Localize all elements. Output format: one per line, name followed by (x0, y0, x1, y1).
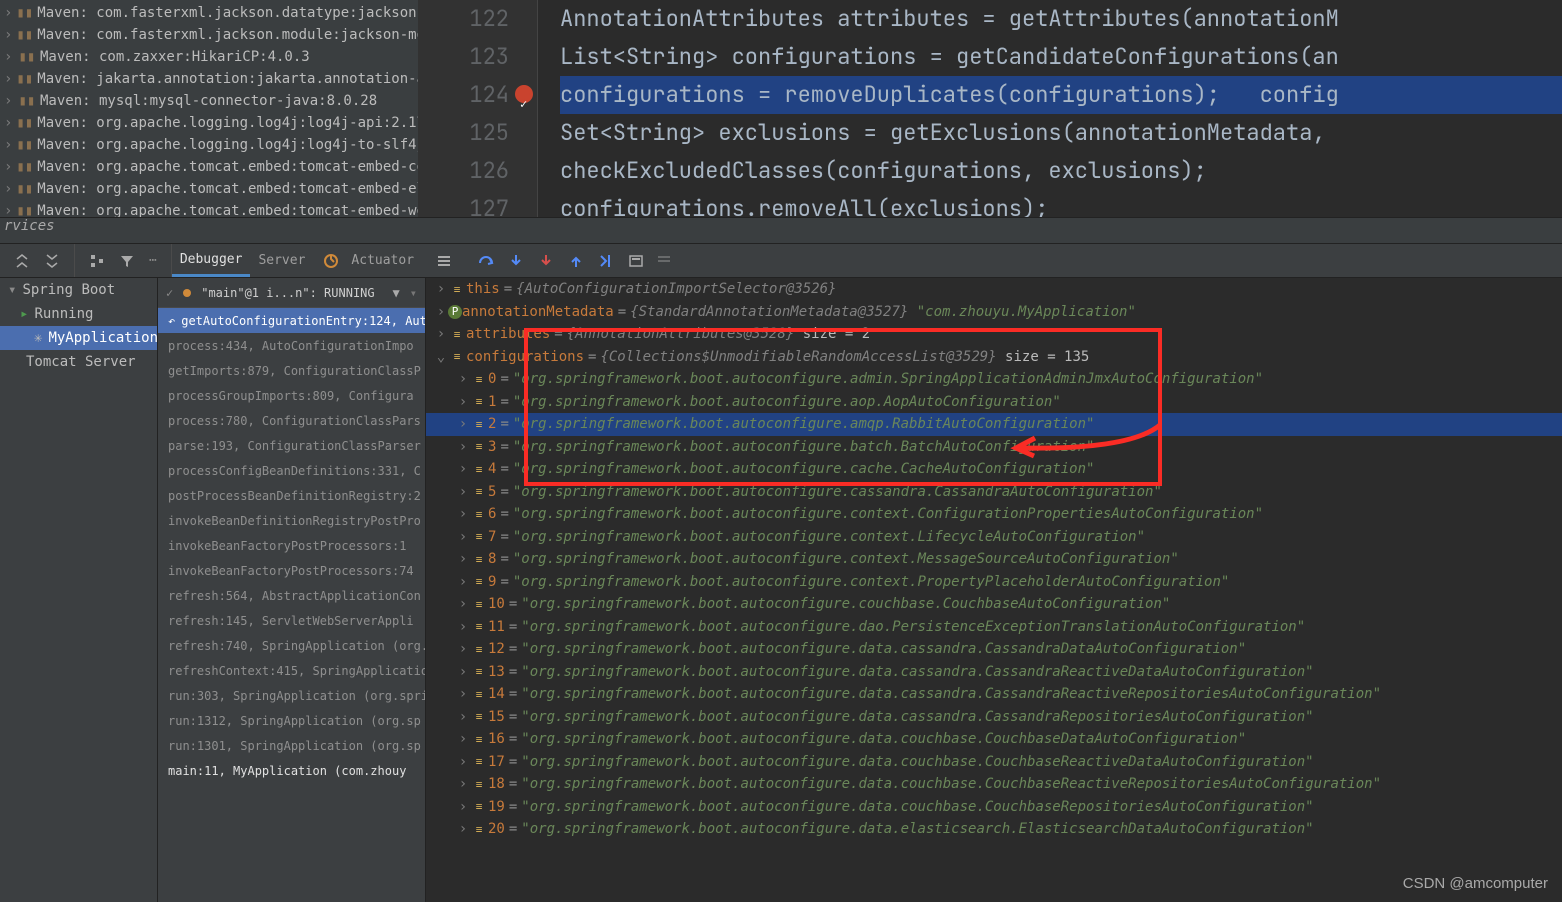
stack-frame[interactable]: run:1312, SpringApplication (org.sp (158, 708, 425, 733)
stack-frame[interactable]: processGroupImports:809, Configura (158, 383, 425, 408)
tree-item[interactable]: ›▮▮Maven: mysql:mysql-connector-java:8.0… (0, 90, 418, 112)
variable-row[interactable]: ›≡13 = "org.springframework.boot.autocon… (426, 661, 1562, 684)
variable-row[interactable]: ›PannotationMetadata = {StandardAnnotati… (426, 301, 1562, 324)
variable-row[interactable]: ›≡this = {AutoConfigurationImportSelecto… (426, 278, 1562, 301)
debugger-toolbar: ⋯ Debugger Server Actuator (0, 244, 1562, 278)
filter-icon[interactable]: ▼ (393, 286, 400, 300)
tree-view-icon[interactable] (89, 253, 105, 269)
watermark: CSDN @amcomputer (1403, 875, 1548, 892)
frames-thread-selector[interactable]: ✓ "main"@1 i...n": RUNNING ▼ ▾ (158, 278, 425, 308)
tree-item[interactable]: ›▮▮Maven: org.apache.tomcat.embed:tomcat… (0, 200, 418, 217)
stack-frame[interactable]: main:11, MyApplication (com.zhouy (158, 758, 425, 783)
variable-row[interactable]: ›≡18 = "org.springframework.boot.autocon… (426, 773, 1562, 796)
variable-row[interactable]: ›≡15 = "org.springframework.boot.autocon… (426, 706, 1562, 729)
variable-row[interactable]: ›≡2 = "org.springframework.boot.autoconf… (426, 413, 1562, 436)
tab-actuator[interactable]: Actuator (343, 253, 422, 268)
variable-row[interactable]: ›≡5 = "org.springframework.boot.autoconf… (426, 481, 1562, 504)
stack-frame[interactable]: refresh:145, ServletWebServerAppli (158, 608, 425, 633)
editor-gutter: 122123124125126127 (418, 0, 538, 217)
variable-row[interactable]: ›≡3 = "org.springframework.boot.autoconf… (426, 436, 1562, 459)
stack-frame[interactable]: invokeBeanDefinitionRegistryPostPro (158, 508, 425, 533)
run-to-cursor-icon[interactable] (598, 253, 614, 269)
stack-frame[interactable]: process:434, AutoConfigurationImpo (158, 333, 425, 358)
variable-row[interactable]: ›≡19 = "org.springframework.boot.autocon… (426, 796, 1562, 819)
stack-frame[interactable]: run:1301, SpringApplication (org.sp (158, 733, 425, 758)
editor-code-area: AnnotationAttributes attributes = getAtt… (538, 0, 1562, 217)
variable-row[interactable]: ›≡0 = "org.springframework.boot.autoconf… (426, 368, 1562, 391)
variable-row[interactable]: ›≡14 = "org.springframework.boot.autocon… (426, 683, 1562, 706)
run-item-myapplication[interactable]: ✳MyApplication (0, 326, 157, 350)
variable-row[interactable]: ›≡9 = "org.springframework.boot.autoconf… (426, 571, 1562, 594)
variable-row[interactable]: ›≡attributes = {AnnotationAttributes@352… (426, 323, 1562, 346)
tree-item[interactable]: ›▮▮Maven: org.apache.logging.log4j:log4j… (0, 134, 418, 156)
services-tab-label[interactable]: rvices (0, 218, 1562, 244)
variable-row[interactable]: ⌄≡configurations = {Collections$Unmodifi… (426, 346, 1562, 369)
tree-item[interactable]: ›▮▮Maven: org.apache.logging.log4j:log4j… (0, 112, 418, 134)
stack-frame[interactable]: invokeBeanFactoryPostProcessors:74 (158, 558, 425, 583)
tree-item[interactable]: ›▮▮Maven: com.zaxxer:HikariCP:4.0.3 (0, 46, 418, 68)
run-configurations-panel[interactable]: ▾Spring Boot ▸Running ✳MyApplication Tom… (0, 278, 158, 902)
filter-icon[interactable] (119, 253, 135, 269)
variable-row[interactable]: ›≡8 = "org.springframework.boot.autoconf… (426, 548, 1562, 571)
variable-row[interactable]: ›≡16 = "org.springframework.boot.autocon… (426, 728, 1562, 751)
stack-frame[interactable]: run:303, SpringApplication (org.spri (158, 683, 425, 708)
variable-row[interactable]: ›≡4 = "org.springframework.boot.autoconf… (426, 458, 1562, 481)
stack-frame[interactable]: parse:193, ConfigurationClassParser (158, 433, 425, 458)
stack-frame[interactable]: refreshContext:415, SpringApplicatio (158, 658, 425, 683)
tab-server[interactable]: Server (250, 253, 313, 268)
variable-row[interactable]: ›≡17 = "org.springframework.boot.autocon… (426, 751, 1562, 774)
layout-icon[interactable] (436, 253, 452, 269)
collapse-all-icon[interactable] (44, 253, 60, 269)
tree-item[interactable]: ›▮▮Maven: com.fasterxml.jackson.module:j… (0, 24, 418, 46)
variables-panel[interactable]: ›≡this = {AutoConfigurationImportSelecto… (426, 278, 1562, 902)
stack-frame[interactable]: refresh:740, SpringApplication (org. (158, 633, 425, 658)
project-tree[interactable]: ›▮▮Maven: com.fasterxml.jackson.datatype… (0, 0, 418, 217)
trace-icon[interactable] (656, 253, 672, 269)
tree-item[interactable]: ›▮▮Maven: org.apache.tomcat.embed:tomcat… (0, 156, 418, 178)
run-group-tomcat[interactable]: Tomcat Server (0, 350, 157, 374)
expand-all-icon[interactable] (14, 253, 30, 269)
stack-frame[interactable]: process:780, ConfigurationClassPars (158, 408, 425, 433)
stack-frame[interactable]: ↶getAutoConfigurationEntry:124, Auto (158, 308, 425, 333)
tree-item[interactable]: ›▮▮Maven: org.apache.tomcat.embed:tomcat… (0, 178, 418, 200)
run-group-springboot[interactable]: ▾Spring Boot (0, 278, 157, 302)
code-editor[interactable]: 122123124125126127 AnnotationAttributes … (418, 0, 1562, 217)
variable-row[interactable]: ›≡6 = "org.springframework.boot.autoconf… (426, 503, 1562, 526)
step-out-icon[interactable] (568, 253, 584, 269)
tree-item[interactable]: ›▮▮Maven: jakarta.annotation:jakarta.ann… (0, 68, 418, 90)
stack-frame[interactable]: postProcessBeanDefinitionRegistry:2 (158, 483, 425, 508)
stack-frame[interactable]: getImports:879, ConfigurationClassP (158, 358, 425, 383)
variable-row[interactable]: ›≡10 = "org.springframework.boot.autocon… (426, 593, 1562, 616)
frames-panel[interactable]: ✓ "main"@1 i...n": RUNNING ▼ ▾ ↶getAutoC… (158, 278, 426, 902)
variable-row[interactable]: ›≡20 = "org.springframework.boot.autocon… (426, 818, 1562, 841)
step-over-icon[interactable] (478, 253, 494, 269)
tree-item[interactable]: ›▮▮Maven: com.fasterxml.jackson.datatype… (0, 2, 418, 24)
run-status-running[interactable]: ▸Running (0, 302, 157, 326)
step-into-icon[interactable] (508, 253, 524, 269)
evaluate-expression-icon[interactable] (628, 253, 644, 269)
variable-row[interactable]: ›≡11 = "org.springframework.boot.autocon… (426, 616, 1562, 639)
force-step-into-icon[interactable] (538, 253, 554, 269)
tab-debugger[interactable]: Debugger (172, 244, 251, 277)
stack-frame[interactable]: refresh:564, AbstractApplicationCon (158, 583, 425, 608)
stack-frame[interactable]: invokeBeanFactoryPostProcessors:1 (158, 533, 425, 558)
actuator-icon (323, 253, 339, 269)
stack-frame[interactable]: processConfigBeanDefinitions:331, C (158, 458, 425, 483)
variable-row[interactable]: ›≡1 = "org.springframework.boot.autoconf… (426, 391, 1562, 414)
variable-row[interactable]: ›≡12 = "org.springframework.boot.autocon… (426, 638, 1562, 661)
variable-row[interactable]: ›≡7 = "org.springframework.boot.autoconf… (426, 526, 1562, 549)
